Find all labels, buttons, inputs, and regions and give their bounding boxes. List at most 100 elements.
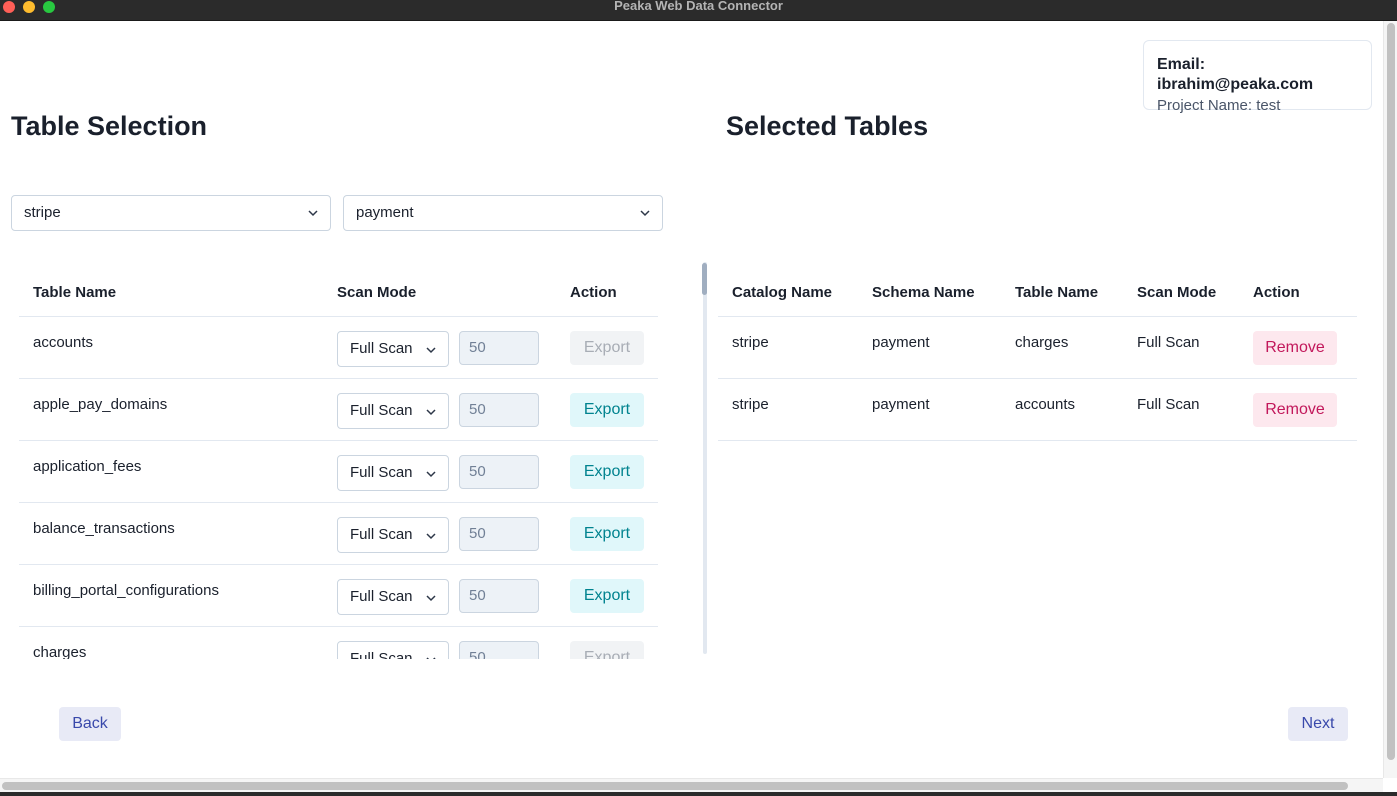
user-info-card: Email: ibrahim@peaka.com Project Name: t… [1143, 40, 1372, 114]
row-table: charges [1001, 316, 1123, 379]
header-schema-name: Schema Name [858, 263, 1001, 317]
table-selection-table: Table Name Scan Mode Action accounts Ful… [19, 263, 658, 659]
row-catalog: stripe [718, 316, 858, 379]
row-scan: Full Scan [1123, 378, 1239, 441]
row-table-name: billing_portal_configurations [19, 564, 337, 627]
table-row: apple_pay_domains Full Scan 50 Export [19, 378, 658, 441]
page-vertical-scrollbar-thumb[interactable] [1387, 23, 1395, 760]
scan-mode-select[interactable]: Full Scan [337, 578, 449, 615]
catalog-select-value: stripe [24, 204, 61, 221]
limit-input[interactable]: 50 [459, 454, 539, 489]
scan-mode-value: Full Scan [350, 401, 413, 419]
list-scrollbar-thumb[interactable] [702, 263, 707, 295]
row-table-name: balance_transactions [19, 502, 337, 565]
scan-mode-value: Full Scan [350, 339, 413, 357]
export-button[interactable]: Export [570, 640, 644, 659]
selected-row: stripe payment accounts Full Scan Remove [718, 378, 1357, 441]
next-button[interactable]: Next [1288, 707, 1348, 741]
header-catalog-name: Catalog Name [718, 263, 858, 317]
limit-input[interactable]: 50 [459, 578, 539, 613]
scan-mode-select[interactable]: Full Scan [337, 516, 449, 553]
row-catalog: stripe [718, 378, 858, 441]
selected-tables-title: Selected Tables [726, 111, 929, 141]
window-bottom-edge [0, 792, 1397, 796]
scan-mode-value: Full Scan [350, 587, 413, 605]
chevron-down-icon [426, 656, 436, 659]
row-scan-cell: Full Scan 50 [337, 626, 570, 659]
header-table-name: Table Name [1001, 263, 1123, 317]
header-action: Action [1239, 263, 1357, 317]
row-table-name: application_fees [19, 440, 337, 503]
page-vertical-scrollbar[interactable] [1383, 21, 1397, 778]
export-button[interactable]: Export [570, 454, 644, 489]
selected-row: stripe payment charges Full Scan Remove [718, 316, 1357, 379]
header-action: Action [570, 263, 658, 317]
row-table-name: charges [19, 626, 337, 659]
row-scan-cell: Full Scan 50 [337, 564, 570, 627]
limit-input[interactable]: 50 [459, 516, 539, 551]
row-table-name: apple_pay_domains [19, 378, 337, 441]
scan-mode-value: Full Scan [350, 649, 413, 660]
row-table: accounts [1001, 378, 1123, 441]
scan-mode-select[interactable]: Full Scan [337, 640, 449, 660]
scan-mode-value: Full Scan [350, 525, 413, 543]
catalog-select[interactable]: stripe [11, 195, 331, 231]
row-action-cell: Export [570, 626, 658, 659]
user-email: Email: ibrahim@peaka.com [1157, 56, 1314, 93]
scan-mode-value: Full Scan [350, 463, 413, 481]
row-action-cell: Export [570, 316, 658, 379]
row-scan-cell: Full Scan 50 [337, 316, 570, 379]
scan-mode-select[interactable]: Full Scan [337, 392, 449, 429]
row-scan-cell: Full Scan 50 [337, 502, 570, 565]
row-scan-cell: Full Scan 50 [337, 440, 570, 503]
row-table-name: accounts [19, 316, 337, 379]
row-schema: payment [858, 378, 1001, 441]
limit-input[interactable]: 50 [459, 640, 539, 659]
table-row: balance_transactions Full Scan 50 Export [19, 502, 658, 565]
list-scrollbar-track[interactable] [703, 262, 707, 654]
table-row: accounts Full Scan 50 Export [19, 316, 658, 379]
table-selection-title: Table Selection [11, 111, 208, 141]
chevron-down-icon [640, 210, 650, 217]
header-scan-mode: Scan Mode [1123, 263, 1239, 317]
row-action-cell: Export [570, 564, 658, 627]
schema-select[interactable]: payment [343, 195, 663, 231]
chevron-down-icon [426, 346, 436, 353]
window-titlebar: Peaka Web Data Connector [0, 0, 1397, 21]
row-action-cell: Remove [1239, 316, 1357, 379]
table-row: application_fees Full Scan 50 Export [19, 440, 658, 503]
back-button[interactable]: Back [59, 707, 121, 741]
row-action-cell: Export [570, 378, 658, 441]
row-action-cell: Remove [1239, 378, 1357, 441]
remove-button[interactable]: Remove [1253, 330, 1337, 365]
export-button[interactable]: Export [570, 392, 644, 427]
header-table-name: Table Name [19, 263, 337, 317]
chevron-down-icon [426, 532, 436, 539]
row-action-cell: Export [570, 502, 658, 565]
limit-input[interactable]: 50 [459, 330, 539, 365]
table-selection-list[interactable]: Table Name Scan Mode Action accounts Ful… [19, 263, 659, 659]
row-schema: payment [858, 316, 1001, 379]
header-scan-mode: Scan Mode [337, 263, 570, 317]
schema-select-value: payment [356, 204, 414, 221]
export-button[interactable]: Export [570, 330, 644, 365]
row-scan: Full Scan [1123, 316, 1239, 379]
main-content: Email: ibrahim@peaka.com Project Name: t… [0, 21, 1383, 778]
chevron-down-icon [426, 594, 436, 601]
row-action-cell: Export [570, 440, 658, 503]
chevron-down-icon [426, 408, 436, 415]
selected-tables-list: Catalog Name Schema Name Table Name Scan… [718, 263, 1358, 441]
limit-input[interactable]: 50 [459, 392, 539, 427]
chevron-down-icon [308, 210, 318, 217]
selected-header-row: Catalog Name Schema Name Table Name Scan… [718, 263, 1357, 317]
page-horizontal-scrollbar-thumb[interactable] [2, 782, 1348, 790]
scan-mode-select[interactable]: Full Scan [337, 454, 449, 491]
scan-mode-select[interactable]: Full Scan [337, 330, 449, 367]
row-scan-cell: Full Scan 50 [337, 378, 570, 441]
window-title: Peaka Web Data Connector [614, 0, 783, 13]
export-button[interactable]: Export [570, 516, 644, 551]
table-row: billing_portal_configurations Full Scan 5… [19, 564, 658, 627]
page-horizontal-scrollbar[interactable] [0, 778, 1383, 792]
export-button[interactable]: Export [570, 578, 644, 613]
remove-button[interactable]: Remove [1253, 392, 1337, 427]
